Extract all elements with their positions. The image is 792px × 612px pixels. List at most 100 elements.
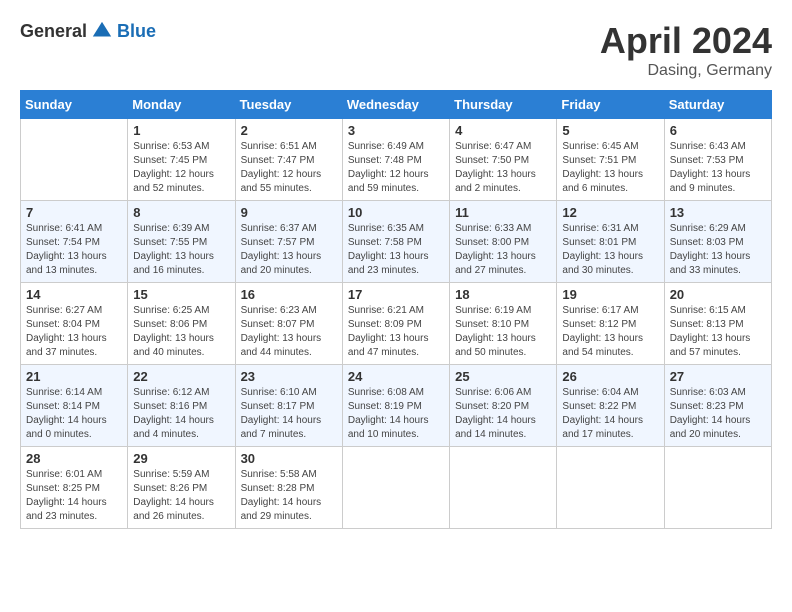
calendar-day-cell: 11Sunrise: 6:33 AMSunset: 8:00 PMDayligh… (450, 201, 557, 283)
day-info: Sunrise: 6:51 AMSunset: 7:47 PMDaylight:… (241, 140, 337, 196)
calendar-day-cell (557, 447, 664, 529)
day-number: 7 (26, 205, 122, 220)
location-title: Dasing, Germany (600, 62, 772, 80)
day-number: 4 (455, 123, 551, 138)
day-info: Sunrise: 6:45 AMSunset: 7:51 PMDaylight:… (562, 140, 658, 196)
day-info: Sunrise: 6:06 AMSunset: 8:20 PMDaylight:… (455, 386, 551, 442)
logo-icon (91, 20, 113, 42)
day-info: Sunrise: 5:58 AMSunset: 8:28 PMDaylight:… (241, 468, 337, 524)
day-info: Sunrise: 6:17 AMSunset: 8:12 PMDaylight:… (562, 304, 658, 360)
day-info: Sunrise: 6:53 AMSunset: 7:45 PMDaylight:… (133, 140, 229, 196)
calendar-day-cell: 2 Sunrise: 6:51 AMSunset: 7:47 PMDaylight… (235, 119, 342, 201)
day-info: Sunrise: 6:21 AMSunset: 8:09 PMDaylight:… (348, 304, 444, 360)
calendar-day-cell: 3 Sunrise: 6:49 AMSunset: 7:48 PMDaylight… (342, 119, 449, 201)
calendar-day-cell: 8 Sunrise: 6:39 AMSunset: 7:55 PMDaylight… (128, 201, 235, 283)
day-number: 9 (241, 205, 337, 220)
day-number: 29 (133, 451, 229, 466)
calendar-day-cell: 30Sunrise: 5:58 AMSunset: 8:28 PMDayligh… (235, 447, 342, 529)
day-of-week-header: Wednesday (342, 91, 449, 119)
calendar-day-cell: 22 Sunrise: 6:12 AMSunset: 8:16 PMDayligh… (128, 365, 235, 447)
logo-text-blue: Blue (117, 21, 156, 42)
calendar-header-row: SundayMondayTuesdayWednesdayThursdayFrid… (21, 91, 772, 119)
day-info: Sunrise: 6:19 AMSunset: 8:10 PMDaylight:… (455, 304, 551, 360)
calendar-week-row: 28 Sunrise: 6:01 AMSunset: 8:25 PMDayligh… (21, 447, 772, 529)
day-info: Sunrise: 6:14 AMSunset: 8:14 PMDaylight:… (26, 386, 122, 442)
day-number: 1 (133, 123, 229, 138)
calendar-day-cell (21, 119, 128, 201)
day-number: 8 (133, 205, 229, 220)
day-info: Sunrise: 6:23 AMSunset: 8:07 PMDaylight:… (241, 304, 337, 360)
day-number: 12 (562, 205, 658, 220)
day-number: 10 (348, 205, 444, 220)
day-number: 13 (670, 205, 766, 220)
day-info: Sunrise: 6:08 AMSunset: 8:19 PMDaylight:… (348, 386, 444, 442)
day-number: 25 (455, 369, 551, 384)
calendar-day-cell: 17 Sunrise: 6:21 AMSunset: 8:09 PMDayligh… (342, 283, 449, 365)
day-info: Sunrise: 6:04 AMSunset: 8:22 PMDaylight:… (562, 386, 658, 442)
day-info: Sunrise: 6:47 AMSunset: 7:50 PMDaylight:… (455, 140, 551, 196)
day-number: 19 (562, 287, 658, 302)
calendar-day-cell: 26 Sunrise: 6:04 AMSunset: 8:22 PMDayligh… (557, 365, 664, 447)
calendar-day-cell: 7 Sunrise: 6:41 AMSunset: 7:54 PMDaylight… (21, 201, 128, 283)
calendar-day-cell: 20 Sunrise: 6:15 AMSunset: 8:13 PMDayligh… (664, 283, 771, 365)
calendar-day-cell: 23Sunrise: 6:10 AMSunset: 8:17 PMDayligh… (235, 365, 342, 447)
day-info: Sunrise: 6:31 AMSunset: 8:01 PMDaylight:… (562, 222, 658, 278)
calendar-week-row: 14Sunrise: 6:27 AMSunset: 8:04 PMDayligh… (21, 283, 772, 365)
day-number: 16 (241, 287, 337, 302)
calendar-day-cell: 15 Sunrise: 6:25 AMSunset: 8:06 PMDayligh… (128, 283, 235, 365)
day-of-week-header: Thursday (450, 91, 557, 119)
calendar-day-cell: 9Sunrise: 6:37 AMSunset: 7:57 PMDaylight… (235, 201, 342, 283)
day-info: Sunrise: 5:59 AMSunset: 8:26 PMDaylight:… (133, 468, 229, 524)
day-number: 18 (455, 287, 551, 302)
day-number: 21 (26, 369, 122, 384)
calendar-day-cell (450, 447, 557, 529)
day-number: 20 (670, 287, 766, 302)
day-info: Sunrise: 6:29 AMSunset: 8:03 PMDaylight:… (670, 222, 766, 278)
day-info: Sunrise: 6:01 AMSunset: 8:25 PMDaylight:… (26, 468, 122, 524)
calendar-day-cell: 6Sunrise: 6:43 AMSunset: 7:53 PMDaylight… (664, 119, 771, 201)
calendar-table: SundayMondayTuesdayWednesdayThursdayFrid… (20, 90, 772, 529)
day-info: Sunrise: 6:43 AMSunset: 7:53 PMDaylight:… (670, 140, 766, 196)
calendar-week-row: 1 Sunrise: 6:53 AMSunset: 7:45 PMDaylight… (21, 119, 772, 201)
calendar-day-cell: 29 Sunrise: 5:59 AMSunset: 8:26 PMDayligh… (128, 447, 235, 529)
day-number: 11 (455, 205, 551, 220)
day-info: Sunrise: 6:03 AMSunset: 8:23 PMDaylight:… (670, 386, 766, 442)
calendar-day-cell: 21 Sunrise: 6:14 AMSunset: 8:14 PMDayligh… (21, 365, 128, 447)
day-number: 2 (241, 123, 337, 138)
calendar-week-row: 21 Sunrise: 6:14 AMSunset: 8:14 PMDayligh… (21, 365, 772, 447)
day-number: 28 (26, 451, 122, 466)
calendar-day-cell: 4 Sunrise: 6:47 AMSunset: 7:50 PMDaylight… (450, 119, 557, 201)
calendar-day-cell: 25 Sunrise: 6:06 AMSunset: 8:20 PMDayligh… (450, 365, 557, 447)
calendar-day-cell (664, 447, 771, 529)
calendar-day-cell: 12 Sunrise: 6:31 AMSunset: 8:01 PMDayligh… (557, 201, 664, 283)
day-number: 26 (562, 369, 658, 384)
day-info: Sunrise: 6:15 AMSunset: 8:13 PMDaylight:… (670, 304, 766, 360)
day-number: 17 (348, 287, 444, 302)
day-of-week-header: Sunday (21, 91, 128, 119)
page-header: General Blue April 2024 Dasing, Germany (20, 20, 772, 80)
calendar-week-row: 7 Sunrise: 6:41 AMSunset: 7:54 PMDaylight… (21, 201, 772, 283)
day-number: 3 (348, 123, 444, 138)
calendar-day-cell: 10 Sunrise: 6:35 AMSunset: 7:58 PMDayligh… (342, 201, 449, 283)
logo: General Blue (20, 20, 156, 42)
day-info: Sunrise: 6:12 AMSunset: 8:16 PMDaylight:… (133, 386, 229, 442)
day-number: 22 (133, 369, 229, 384)
day-info: Sunrise: 6:35 AMSunset: 7:58 PMDaylight:… (348, 222, 444, 278)
day-number: 15 (133, 287, 229, 302)
day-of-week-header: Monday (128, 91, 235, 119)
day-number: 27 (670, 369, 766, 384)
day-info: Sunrise: 6:25 AMSunset: 8:06 PMDaylight:… (133, 304, 229, 360)
day-info: Sunrise: 6:39 AMSunset: 7:55 PMDaylight:… (133, 222, 229, 278)
day-info: Sunrise: 6:10 AMSunset: 8:17 PMDaylight:… (241, 386, 337, 442)
day-of-week-header: Tuesday (235, 91, 342, 119)
month-title: April 2024 (600, 20, 772, 62)
day-of-week-header: Saturday (664, 91, 771, 119)
day-info: Sunrise: 6:49 AMSunset: 7:48 PMDaylight:… (348, 140, 444, 196)
day-number: 14 (26, 287, 122, 302)
calendar-day-cell: 13 Sunrise: 6:29 AMSunset: 8:03 PMDayligh… (664, 201, 771, 283)
calendar-day-cell (342, 447, 449, 529)
day-info: Sunrise: 6:41 AMSunset: 7:54 PMDaylight:… (26, 222, 122, 278)
calendar-day-cell: 18 Sunrise: 6:19 AMSunset: 8:10 PMDayligh… (450, 283, 557, 365)
day-of-week-header: Friday (557, 91, 664, 119)
logo-text-general: General (20, 21, 87, 42)
